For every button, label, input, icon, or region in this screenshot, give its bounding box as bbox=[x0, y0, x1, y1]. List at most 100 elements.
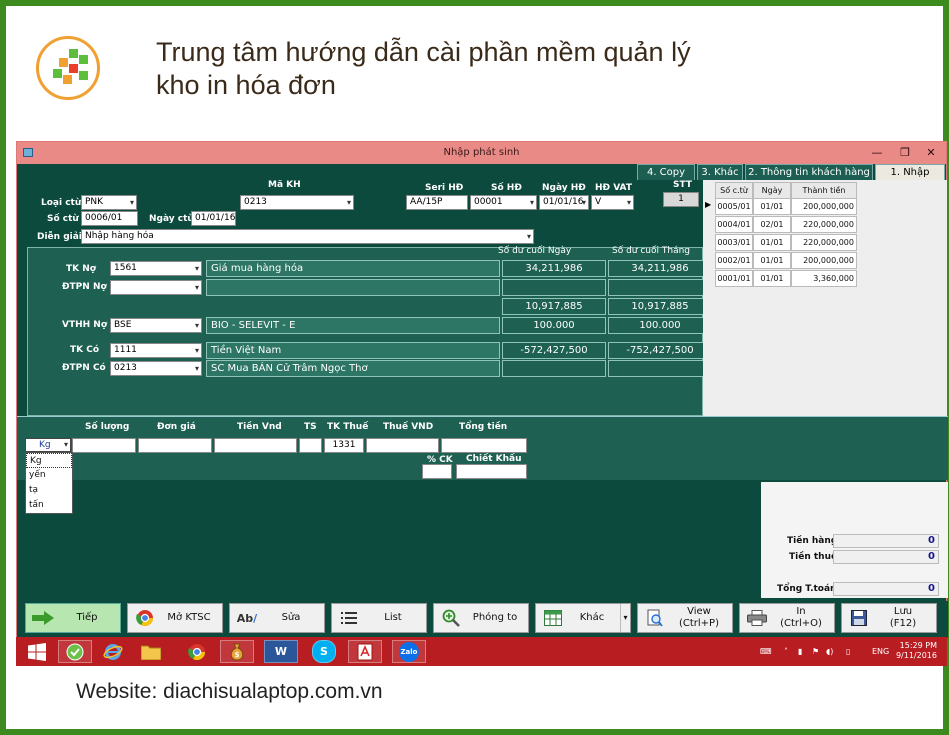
so-luong-input[interactable] bbox=[72, 438, 136, 453]
table-row-cell[interactable]: 200,000,000 bbox=[791, 198, 857, 215]
tien-thue-value: 0 bbox=[833, 550, 939, 564]
pdf-reader-icon[interactable] bbox=[348, 640, 382, 663]
tien-hang-value: 0 bbox=[833, 534, 939, 548]
so-ctu-input[interactable]: 0006/01 bbox=[81, 211, 138, 226]
table-row-cell[interactable]: 01/01 bbox=[753, 198, 791, 215]
table-row-cell[interactable]: 0001/01 bbox=[715, 270, 753, 287]
vthh-no-name: BIO - SELEVIT - E bbox=[206, 317, 500, 334]
table-row-cell[interactable]: 0003/01 bbox=[715, 234, 753, 251]
tien-vnd-input[interactable] bbox=[214, 438, 297, 453]
mo-ktsc-button[interactable]: Mở KTSC bbox=[127, 603, 223, 633]
tk-no-select[interactable]: 1561 bbox=[110, 261, 202, 276]
language-indicator[interactable]: ENG bbox=[872, 637, 889, 666]
unit-option-yen[interactable]: yến bbox=[26, 468, 72, 483]
svg-text:$: $ bbox=[235, 651, 240, 659]
system-clock[interactable]: 15:29 PM 9/11/2016 bbox=[896, 641, 937, 661]
seri-hd-input[interactable]: AA/15P bbox=[406, 195, 468, 210]
dien-giai-select[interactable]: Nhập hàng hóa bbox=[81, 229, 534, 244]
hd-vat-select[interactable]: V bbox=[591, 195, 634, 210]
chrome-icon[interactable] bbox=[180, 640, 214, 663]
tien-vnd-label: Tiền Vnd bbox=[237, 422, 282, 432]
tiep-button[interactable]: Tiếp bbox=[25, 603, 121, 633]
volume-icon[interactable]: ◖) bbox=[826, 637, 833, 666]
ts-label: TS bbox=[304, 422, 317, 432]
ma-kh-select[interactable]: 0213 bbox=[240, 195, 354, 210]
table-row-cell[interactable]: 02/01 bbox=[753, 216, 791, 233]
table-row-cell[interactable]: 200,000,000 bbox=[791, 252, 857, 269]
stt-input[interactable]: 1 bbox=[663, 192, 699, 207]
so-luong-label: Số lượng bbox=[85, 422, 130, 432]
ngay-ctu-label: Ngày ctừ bbox=[149, 214, 194, 224]
money-bag-icon[interactable]: $ bbox=[220, 640, 254, 663]
tab-khac[interactable]: 3. Khác bbox=[697, 164, 743, 180]
unit-option-ta[interactable]: tạ bbox=[26, 483, 72, 498]
tab-nhap[interactable]: 1. Nhập bbox=[875, 164, 945, 180]
zalo-icon[interactable]: Zalo bbox=[392, 640, 426, 663]
tong-tien-input[interactable] bbox=[441, 438, 527, 453]
vthh-no-select[interactable]: BSE bbox=[110, 318, 202, 333]
tray-arrow-icon[interactable]: ˄ bbox=[784, 637, 788, 666]
tk-thue-input[interactable]: 1331 bbox=[324, 438, 364, 453]
minimize-icon[interactable]: — bbox=[864, 142, 890, 164]
file-explorer-icon[interactable] bbox=[134, 640, 168, 663]
chevron-down-icon[interactable]: ▾ bbox=[64, 439, 68, 451]
so-hd-select[interactable]: 00001 bbox=[470, 195, 537, 210]
chevron-down-icon[interactable]: ▾ bbox=[620, 604, 630, 632]
phong-to-button[interactable]: Phóng to bbox=[433, 603, 529, 633]
view-button[interactable]: View (Ctrl+P) bbox=[637, 603, 733, 633]
accounting-app-icon[interactable] bbox=[58, 640, 92, 663]
table-row-cell[interactable]: 0002/01 bbox=[715, 252, 753, 269]
tk-co-label: TK Có bbox=[70, 345, 100, 355]
table-row-cell[interactable]: 3,360,000 bbox=[791, 270, 857, 287]
ngay-hd-select[interactable]: 01/01/16 bbox=[539, 195, 589, 210]
tab-thong-tin-khach-hang[interactable]: 2. Thông tin khách hàng bbox=[745, 164, 873, 180]
maximize-icon[interactable]: ❐ bbox=[892, 142, 918, 164]
chiet-khau-input[interactable] bbox=[456, 464, 527, 479]
flag-icon[interactable]: ⚑ bbox=[812, 637, 819, 666]
network-icon[interactable]: ▮ bbox=[798, 637, 802, 666]
ngay-ctu-input[interactable]: 01/01/16 bbox=[191, 211, 236, 226]
unit-option-tan[interactable]: tấn bbox=[26, 498, 72, 513]
dtpn-co-select[interactable]: 0213 bbox=[110, 361, 202, 376]
thue-vnd-input[interactable] bbox=[366, 438, 439, 453]
table-row-cell[interactable]: 01/01 bbox=[753, 270, 791, 287]
ts-input[interactable] bbox=[299, 438, 322, 453]
arrow-right-icon bbox=[32, 609, 54, 627]
ck-input[interactable] bbox=[422, 464, 452, 479]
dtpn-no-select[interactable] bbox=[110, 280, 202, 295]
keyboard-icon[interactable]: ⌨ bbox=[760, 637, 772, 666]
tong-toan-label: Tổng T.toán bbox=[777, 584, 837, 594]
battery-icon[interactable]: ▯ bbox=[846, 637, 850, 666]
table-row-cell[interactable]: 01/01 bbox=[753, 252, 791, 269]
don-gia-input[interactable] bbox=[138, 438, 212, 453]
skype-icon[interactable]: S bbox=[312, 640, 336, 663]
table-row-cell[interactable]: 0004/01 bbox=[715, 216, 753, 233]
tab-copy[interactable]: 4. Copy bbox=[637, 164, 695, 180]
close-icon[interactable]: ✕ bbox=[918, 142, 944, 164]
in-button[interactable]: In (Ctrl+O) bbox=[739, 603, 835, 633]
sua-button[interactable]: Ab / Sửa bbox=[229, 603, 325, 633]
khac-button[interactable]: Khác ▾ bbox=[535, 603, 631, 633]
windows-taskbar: $ W S Zalo ⌨ ˄ ▮ ⚑ ◖) ▯ ENG 15:29 PM 9/1… bbox=[16, 637, 947, 666]
unit-select[interactable]: Kg ▾ bbox=[25, 438, 71, 452]
dien-giai-label: Diễn giải bbox=[37, 232, 82, 242]
tien-hang-label: Tiền hàng bbox=[787, 536, 838, 546]
table-row-cell[interactable]: 220,000,000 bbox=[791, 234, 857, 251]
vthh-balance-day: 100.000 bbox=[502, 317, 606, 334]
page-title: Trung tâm hướng dẫn cài phần mềm quản lý… bbox=[156, 37, 691, 100]
unit-option-kg[interactable]: Kg bbox=[26, 453, 72, 468]
word-icon[interactable]: W bbox=[264, 640, 298, 663]
windows-start-icon[interactable] bbox=[20, 640, 54, 663]
loai-ctu-select[interactable]: PNK bbox=[81, 195, 137, 210]
table-row-cell[interactable]: 0005/01 bbox=[715, 198, 753, 215]
row3-balance-month: 10,917,885 bbox=[608, 298, 712, 315]
tk-co-select[interactable]: 1111 bbox=[110, 343, 202, 358]
table-row-cell[interactable]: 220,000,000 bbox=[791, 216, 857, 233]
dtpn-no-balance-day bbox=[502, 279, 606, 296]
luu-button[interactable]: Lưu (F12) bbox=[841, 603, 937, 633]
list-button[interactable]: List bbox=[331, 603, 427, 633]
internet-explorer-icon[interactable] bbox=[96, 640, 130, 663]
dtpn-co-label: ĐTPN Có bbox=[62, 363, 106, 373]
table-row-cell[interactable]: 01/01 bbox=[753, 234, 791, 251]
so-du-thang-header: Số dư cuối Tháng bbox=[612, 246, 691, 256]
